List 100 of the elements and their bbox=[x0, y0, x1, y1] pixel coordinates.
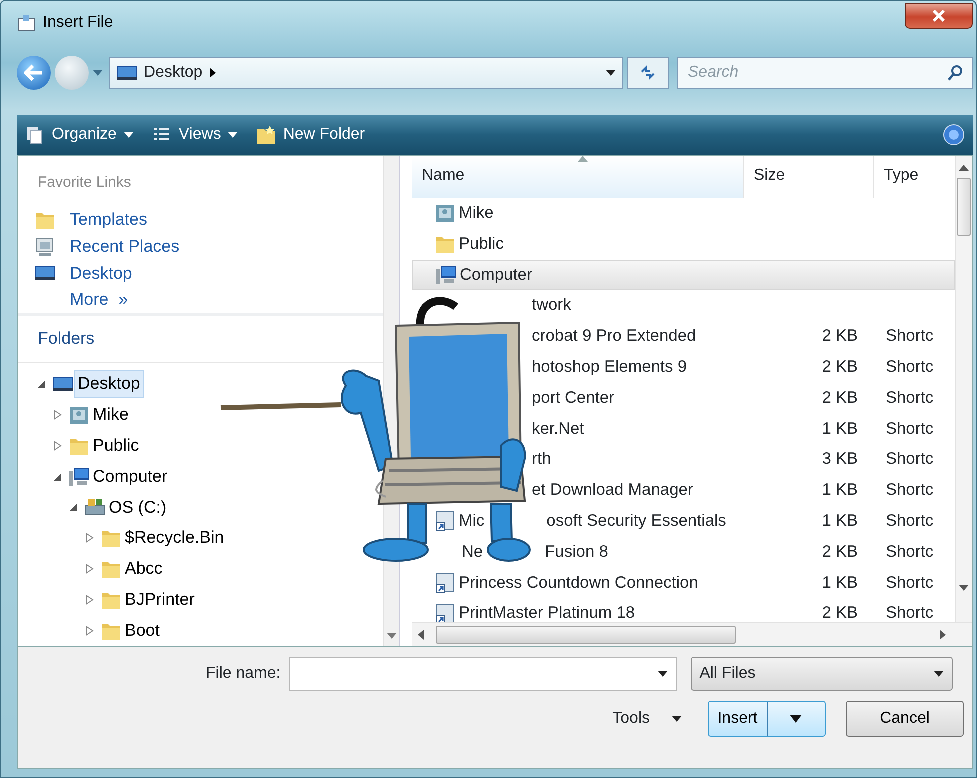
file-size: 2 KB bbox=[822, 542, 858, 561]
file-name[interactable]: Ne bbox=[462, 540, 484, 565]
file-type: Shortc bbox=[886, 327, 934, 346]
column-header[interactable]: Size bbox=[744, 156, 874, 198]
tree-item[interactable]: Public bbox=[90, 433, 142, 459]
file-size: 1 KB bbox=[822, 420, 858, 438]
file-name[interactable]: Mike bbox=[459, 201, 494, 226]
file-name[interactable]: hotoshop Elements 9 bbox=[532, 355, 688, 380]
file-name[interactable]: ker.Net bbox=[532, 416, 584, 442]
breadcrumb-arrow-icon[interactable] bbox=[208, 68, 217, 78]
file-name[interactable]: et Download Manager bbox=[532, 478, 694, 503]
file-size: 3 KB bbox=[822, 450, 858, 468]
file-name[interactable]: twork bbox=[532, 293, 572, 318]
file-type: Shortc bbox=[886, 420, 934, 438]
tree-item[interactable]: Mike bbox=[90, 402, 132, 428]
toolbar-button[interactable]: New Folder bbox=[256, 123, 366, 147]
file-name[interactable]: crobat 9 Pro Extended bbox=[532, 324, 696, 349]
shortcut-icon bbox=[434, 572, 456, 594]
search-input[interactable]: Search bbox=[686, 60, 948, 86]
tree-item[interactable]: Computer bbox=[90, 464, 171, 490]
collapsed-arrow-icon[interactable] bbox=[52, 440, 64, 452]
scroll-up-arrow-icon[interactable] bbox=[959, 164, 969, 172]
favorite-link[interactable]: Templates bbox=[70, 207, 148, 233]
file-size: 1 KB bbox=[822, 574, 858, 592]
toolbar-button[interactable]: Views bbox=[152, 123, 238, 147]
tools-menu-button[interactable]: Tools bbox=[612, 707, 682, 731]
collapsed-arrow-icon[interactable] bbox=[84, 624, 96, 637]
scroll-thumb[interactable] bbox=[957, 178, 971, 236]
toolbar-button[interactable]: Organize bbox=[25, 123, 134, 147]
dropdown-arrow-icon bbox=[790, 715, 802, 723]
favorite-link[interactable]: Recent Places bbox=[70, 234, 180, 260]
scroll-right-arrow-icon[interactable] bbox=[940, 630, 946, 640]
search-field[interactable]: Search bbox=[677, 57, 973, 89]
file-type: Shortc bbox=[886, 542, 934, 561]
collapsed-arrow-icon[interactable] bbox=[84, 562, 96, 575]
file-name[interactable]: Fusion 8 bbox=[545, 540, 608, 565]
file-name[interactable]: Public bbox=[459, 232, 504, 257]
dropdown-arrow-icon bbox=[672, 715, 682, 723]
address-bar[interactable]: Desktop bbox=[109, 57, 623, 89]
user-folder-icon bbox=[68, 404, 90, 426]
file-type: Shortc bbox=[886, 512, 934, 530]
chevron-icon[interactable]: » bbox=[118, 287, 128, 313]
address-dropdown-icon[interactable] bbox=[606, 69, 616, 77]
close-button[interactable] bbox=[905, 3, 973, 29]
file-name[interactable]: rth bbox=[532, 447, 552, 472]
file-size: 2 KB bbox=[822, 604, 858, 622]
file-name[interactable]: Princess Countdown Connection bbox=[459, 570, 698, 596]
file-type: Shortc bbox=[886, 450, 934, 468]
new-folder-icon bbox=[256, 125, 276, 145]
close-icon bbox=[932, 10, 946, 22]
scroll-down-arrow-icon[interactable] bbox=[959, 584, 969, 592]
file-name[interactable]: Mic bbox=[459, 508, 485, 534]
tree-item[interactable]: Desktop bbox=[74, 370, 144, 398]
computer-icon bbox=[68, 466, 90, 488]
caret-icon bbox=[228, 132, 238, 138]
scroll-left-arrow-icon[interactable] bbox=[418, 630, 424, 640]
insert-button[interactable]: Insert bbox=[708, 701, 826, 737]
computer-icon bbox=[435, 264, 457, 286]
dropdown-arrow-icon bbox=[934, 670, 944, 678]
file-size: 1 KB bbox=[822, 481, 858, 500]
cancel-button[interactable]: Cancel bbox=[846, 701, 964, 737]
file-name[interactable]: Computer bbox=[460, 262, 532, 288]
more-link[interactable]: More bbox=[70, 287, 109, 313]
file-name[interactable]: osoft Security Essentials bbox=[546, 508, 726, 534]
caret-icon bbox=[124, 132, 134, 138]
scroll-thumb[interactable] bbox=[436, 626, 736, 644]
collapsed-arrow-icon[interactable] bbox=[84, 532, 96, 544]
scrollbar[interactable] bbox=[955, 156, 972, 622]
tree-item[interactable]: BJPrinter bbox=[122, 587, 198, 613]
refresh-button[interactable] bbox=[627, 57, 669, 89]
history-dropdown-icon[interactable] bbox=[93, 69, 103, 77]
refresh-icon bbox=[639, 65, 657, 81]
file-type-dropdown[interactable]: All Files bbox=[690, 657, 953, 691]
tree-item[interactable]: $Recycle.Bin bbox=[122, 525, 228, 551]
shortcut-icon bbox=[434, 510, 456, 532]
collapsed-arrow-icon[interactable] bbox=[84, 594, 96, 606]
section-heading: Favorite Links bbox=[38, 174, 132, 191]
file-size: 2 KB bbox=[822, 327, 858, 346]
column-header[interactable]: Type bbox=[874, 156, 949, 198]
tree-item[interactable]: Boot bbox=[122, 618, 163, 644]
column-header[interactable]: Name bbox=[412, 156, 744, 198]
file-name[interactable]: port Center bbox=[532, 386, 615, 411]
tree-item[interactable]: Abcc bbox=[122, 556, 166, 582]
recent-places-icon bbox=[34, 236, 56, 258]
tree-item[interactable]: OS (C:) bbox=[106, 494, 170, 520]
file-name-field[interactable] bbox=[288, 657, 677, 691]
help-icon[interactable] bbox=[943, 124, 965, 146]
search-icon[interactable] bbox=[948, 65, 964, 81]
file-size: 1 KB bbox=[822, 512, 858, 530]
scroll-down-arrow-icon[interactable] bbox=[386, 632, 396, 640]
field-label: File name: bbox=[206, 664, 281, 684]
user-folder-icon bbox=[434, 202, 456, 224]
breadcrumb-link[interactable]: Desktop bbox=[144, 61, 203, 85]
sort-arrow-icon bbox=[578, 156, 588, 162]
file-type: Shortc bbox=[886, 388, 934, 407]
horizontal-scrollbar[interactable] bbox=[412, 622, 972, 646]
collapsed-arrow-icon[interactable] bbox=[52, 409, 64, 421]
favorite-link[interactable]: Desktop bbox=[70, 260, 132, 286]
back-button[interactable] bbox=[17, 56, 51, 90]
file-name[interactable]: PrintMaster Platinum 18 bbox=[459, 601, 636, 622]
